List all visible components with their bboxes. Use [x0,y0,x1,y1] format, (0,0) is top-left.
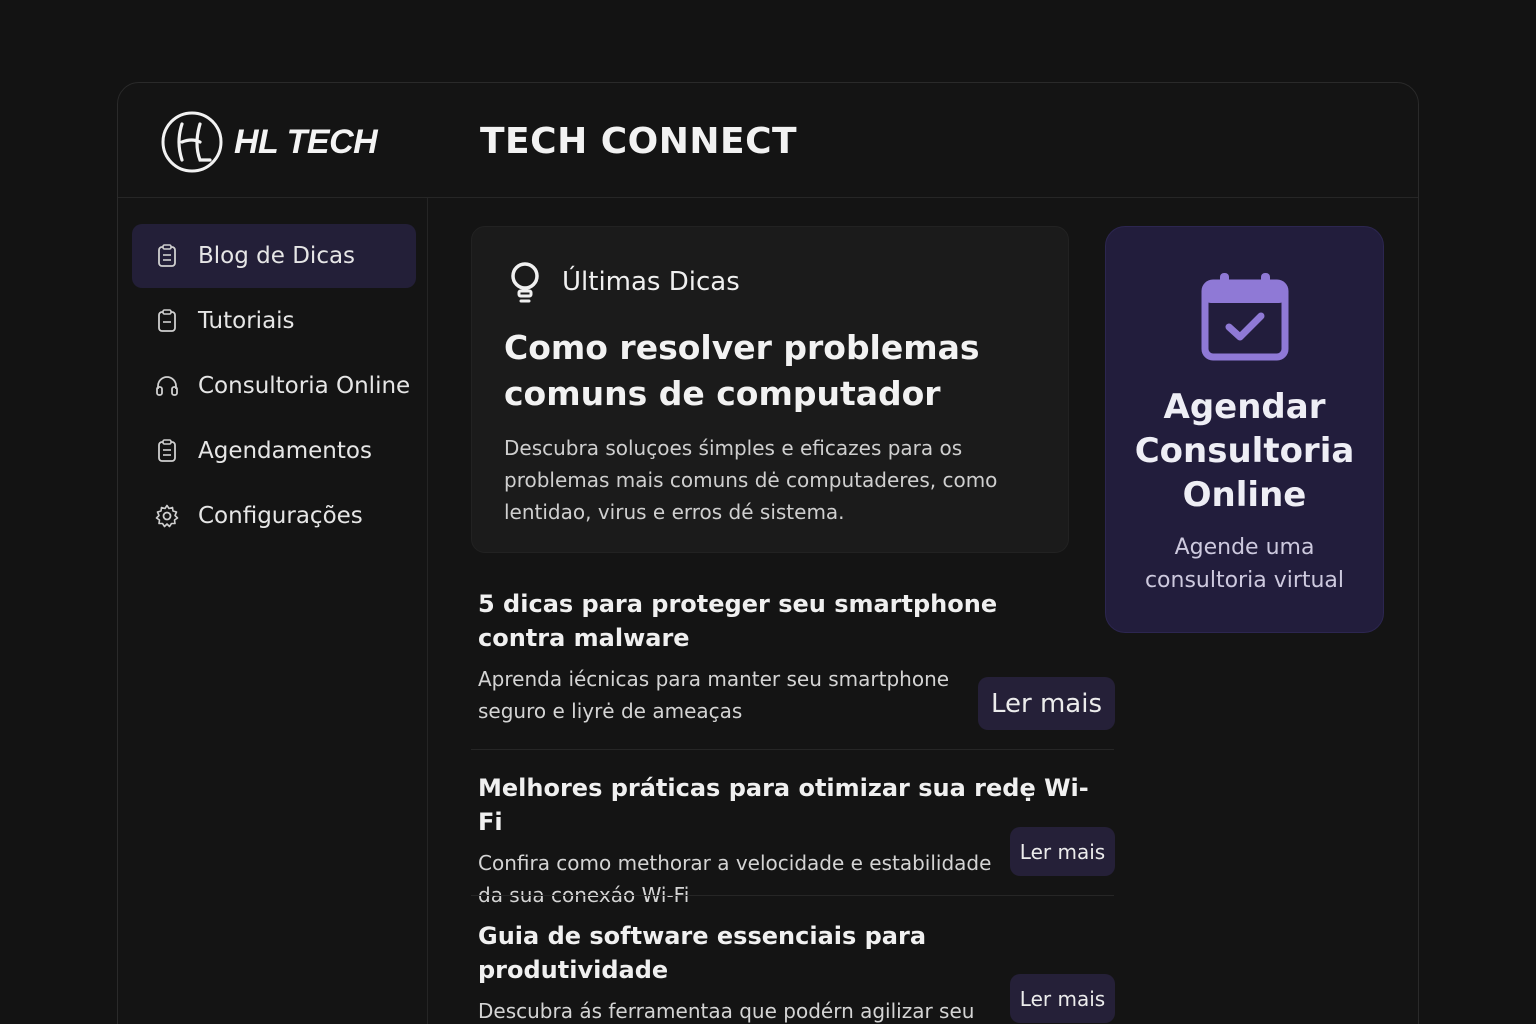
sidebar: Blog de Dicas Tutoriais Consultoria Onli… [118,198,428,1024]
sidebar-item-blog-de-dicas[interactable]: Blog de Dicas [132,224,416,288]
headset-icon [156,376,178,396]
clipboard-icon [158,309,176,332]
sidebar-item-tutoriais[interactable]: Tutoriais [132,289,416,353]
featured-description: Descubra soluçoes śimples e eficazes par… [504,436,998,524]
featured-title[interactable]: Como resolver problemas comuns de comput… [504,325,1024,417]
schedule-consultation-card[interactable]: Agendar Consultoria Online Agende uma co… [1105,226,1384,633]
hl-monogram-icon [161,111,223,173]
clipboard-icon [158,439,176,462]
gear-icon [155,504,179,528]
sidebar-item-configuracoes[interactable]: Configurações [132,484,416,548]
sidebar-item-label: Tutoriais [198,308,295,334]
sidebar-item-label: Consultoria Online [198,373,411,399]
post-item: Melhores práticas para otimizar sua redẹ… [478,771,1098,911]
post-description: Confira como methorar a velocidade e est… [478,851,992,907]
clipboard-icon [158,244,176,267]
header: HL TECH TECH CONNECT [118,83,1418,198]
sidebar-item-label: Configurações [198,503,363,529]
calendar-check-icon [1201,273,1289,361]
app-title: TECH CONNECT [480,121,798,162]
cta-subtitle: Agende uma consultoria virtual [1144,535,1345,593]
lightbulb-icon [511,262,539,303]
sidebar-item-label: Agendamentos [198,438,372,464]
post-item: 5 dicas para proteger seu smartphone con… [478,587,998,727]
app-window: HL TECH TECH CONNECT Blog de Dicas Tutor… [117,82,1419,1024]
post-title[interactable]: Guia de software essenciais para produti… [478,919,1098,987]
post-item: Guia de software essenciais para produti… [478,919,1098,1024]
sidebar-item-agendamentos[interactable]: Agendamentos [132,419,416,483]
sidebar-item-label: Blog de Dicas [198,243,356,269]
post-description: Aprenda iécnicas para manter seu smartph… [478,667,950,723]
read-more-button[interactable]: Ler mais [1010,974,1115,1023]
featured-card[interactable]: Últimas Dicas Como resolver problemas co… [471,226,1069,553]
post-description: Descubra ás ferramentaa que podérn agili… [478,999,975,1023]
read-more-button[interactable]: Ler mais [978,677,1115,730]
brand-logo[interactable]: HL TECH [160,110,378,174]
featured-label: Últimas Dicas [562,267,740,297]
featured-header: Últimas Dicas [506,259,740,305]
post-title[interactable]: Melhores práticas para otimizar sua redẹ… [478,771,1098,839]
read-more-button[interactable]: Ler mais [1010,827,1115,876]
divider [471,749,1114,750]
sidebar-item-consultoria-online[interactable]: Consultoria Online [132,354,416,418]
cta-title: Agendar Consultoria Online [1134,387,1355,515]
post-title[interactable]: 5 dicas para proteger seu smartphone con… [478,587,998,655]
divider [471,895,1114,896]
brand-name: HL TECH [234,122,378,161]
